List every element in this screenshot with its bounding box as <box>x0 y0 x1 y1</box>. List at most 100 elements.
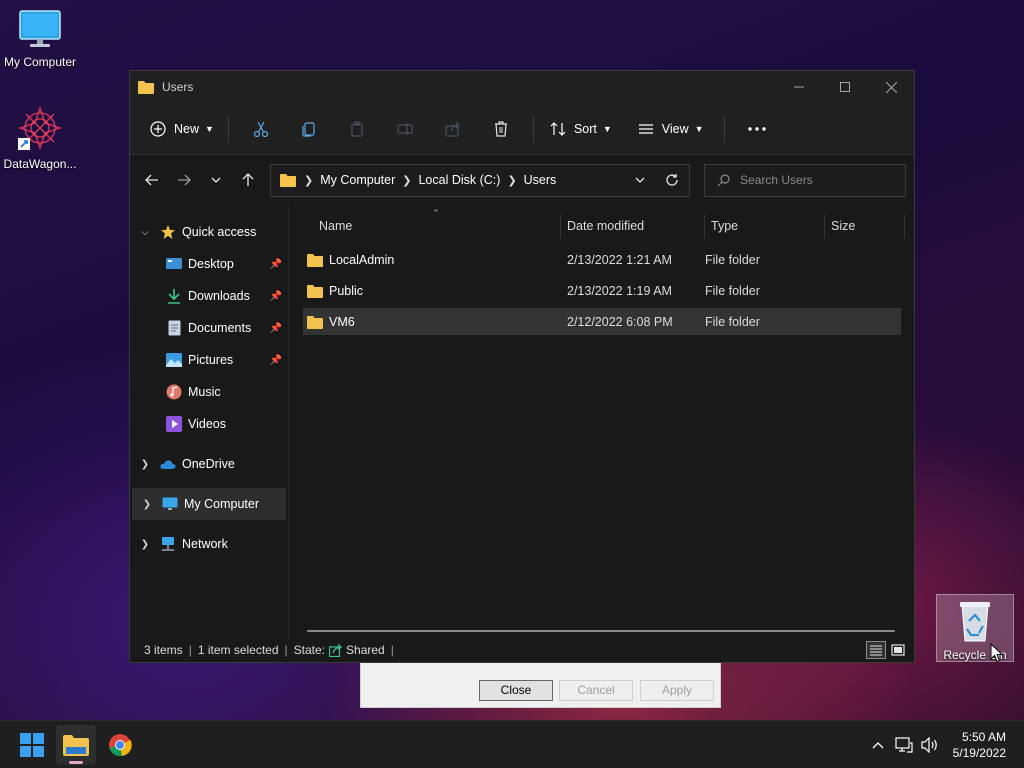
share-button[interactable] <box>429 113 477 145</box>
new-button[interactable]: New ▼ <box>144 113 220 145</box>
nav-item-network[interactable]: ❯ Network <box>130 528 288 560</box>
breadcrumb-chevron-icon[interactable]: ❯ <box>507 174 516 187</box>
rename-button[interactable] <box>381 113 429 145</box>
address-bar[interactable]: ❯ My Computer ❯ Local Disk (C:) ❯ Users <box>270 163 690 197</box>
recent-locations-button[interactable] <box>200 164 232 196</box>
pin-icon[interactable]: 📌 <box>270 259 282 270</box>
file-name: LocalAdmin <box>329 252 395 267</box>
column-header-size[interactable]: Size <box>825 214 905 238</box>
start-button[interactable] <box>12 725 52 765</box>
nav-item-label: Desktop <box>188 257 234 271</box>
forward-button[interactable] <box>168 164 200 196</box>
breadcrumb-chevron-icon[interactable]: ❯ <box>402 174 411 187</box>
chevron-right-icon[interactable]: ❯ <box>132 499 162 510</box>
file-row[interactable]: Public 2/13/2022 1:19 AM File folder <box>303 277 901 304</box>
breadcrumb: ❯ My Computer ❯ Local Disk (C:) ❯ Users <box>297 173 556 187</box>
cut-button[interactable] <box>237 113 285 145</box>
video-icon <box>166 416 182 432</box>
details-view-button[interactable] <box>866 641 886 659</box>
column-header-date[interactable]: Date modified <box>561 214 705 238</box>
close-button[interactable]: Close <box>479 680 553 701</box>
nav-item-videos[interactable]: Videos <box>130 408 288 440</box>
pin-icon[interactable]: 📌 <box>270 355 282 366</box>
column-header-name[interactable]: Name <box>289 214 561 238</box>
chevron-right-icon[interactable]: ❯ <box>130 539 160 550</box>
sort-icon <box>550 121 566 136</box>
file-name: Public <box>329 283 364 298</box>
breadcrumb-users[interactable]: Users <box>524 173 557 187</box>
maximize-button[interactable] <box>822 71 868 103</box>
nav-item-documents[interactable]: Documents 📌 <box>130 312 288 344</box>
desktop-icon-datawagon[interactable]: DataWagon... <box>0 104 80 171</box>
address-history-dropdown[interactable] <box>625 177 655 183</box>
download-icon <box>166 288 182 304</box>
nav-item-pictures[interactable]: Pictures 📌 <box>130 344 288 376</box>
file-type: File folder <box>705 283 760 298</box>
file-list[interactable]: ⌃ Name Date modified Type Size LocalAdmi… <box>289 206 914 638</box>
nav-item-my-computer[interactable]: ❯ My Computer <box>132 488 286 520</box>
nav-item-music[interactable]: Music <box>130 376 288 408</box>
back-button[interactable] <box>136 164 168 196</box>
refresh-button[interactable] <box>655 173 689 187</box>
cancel-button[interactable]: Cancel <box>559 680 633 701</box>
up-button[interactable] <box>232 164 264 196</box>
clock-time: 5:50 AM <box>961 729 1006 744</box>
network-status-button[interactable] <box>891 725 917 765</box>
address-row: ❯ My Computer ❯ Local Disk (C:) ❯ Users … <box>130 155 914 205</box>
breadcrumb-local-disk[interactable]: Local Disk (C:) <box>418 173 500 187</box>
file-type: File folder <box>705 252 760 267</box>
navigation-pane[interactable]: ⌵ Quick access Desktop 📌 Downloads 📌 Doc… <box>130 206 288 638</box>
share-icon <box>445 121 460 137</box>
nav-item-quick-access[interactable]: ⌵ Quick access <box>130 216 288 248</box>
nav-item-downloads[interactable]: Downloads 📌 <box>130 280 288 312</box>
chevron-down-icon[interactable]: ⌵ <box>130 227 160 238</box>
folder-icon <box>307 315 323 329</box>
nav-item-desktop[interactable]: Desktop 📌 <box>130 248 288 280</box>
taskbar-file-explorer[interactable] <box>56 724 96 765</box>
clock[interactable]: 5:50 AM 5/19/2022 <box>953 729 1006 761</box>
desktop-icon-my-computer[interactable]: My Computer <box>0 8 80 69</box>
maximize-icon <box>840 82 850 92</box>
file-row[interactable]: LocalAdmin 2/13/2022 1:21 AM File folder <box>303 246 901 273</box>
pin-icon[interactable]: 📌 <box>270 291 282 302</box>
volume-button[interactable] <box>917 725 943 765</box>
search-input[interactable]: Search Users <box>704 163 906 197</box>
new-button-label: New <box>174 121 200 136</box>
title-bar[interactable]: Users <box>130 71 914 103</box>
search-icon <box>717 173 730 186</box>
file-name: VM6 <box>329 314 355 329</box>
star-icon <box>160 224 176 240</box>
nav-item-onedrive[interactable]: ❯ OneDrive <box>130 448 288 480</box>
pin-icon[interactable]: 📌 <box>270 323 282 334</box>
nav-item-label: OneDrive <box>182 457 235 471</box>
search-placeholder: Search Users <box>740 173 813 187</box>
nav-item-label: Videos <box>188 417 226 431</box>
nav-item-label: Downloads <box>188 289 250 303</box>
breadcrumb-my-computer[interactable]: My Computer <box>320 173 395 187</box>
view-button[interactable]: View ▼ <box>630 113 712 145</box>
more-options-button[interactable] <box>733 113 781 145</box>
view-list-icon <box>638 123 653 134</box>
file-type: File folder <box>705 314 760 329</box>
scissors-icon <box>253 121 269 137</box>
toolbar-divider <box>227 115 229 142</box>
cloud-icon <box>160 456 176 472</box>
delete-button[interactable] <box>477 113 525 145</box>
chevron-right-icon[interactable]: ❯ <box>130 459 160 470</box>
mouse-cursor-icon <box>990 643 1004 663</box>
file-row-selected[interactable]: VM6 2/12/2022 6:08 PM File folder <box>303 308 901 335</box>
close-window-button[interactable] <box>868 71 914 103</box>
copy-button[interactable] <box>285 113 333 145</box>
folder-icon <box>280 174 296 187</box>
tiles-view-button[interactable] <box>888 641 908 659</box>
sort-button[interactable]: Sort ▼ <box>542 113 620 145</box>
taskbar-chrome[interactable] <box>100 725 140 765</box>
minimize-button[interactable] <box>776 71 822 103</box>
column-header-type[interactable]: Type <box>705 214 825 238</box>
folder-icon <box>138 81 154 94</box>
show-hidden-icons-button[interactable] <box>865 725 891 765</box>
paste-button[interactable] <box>333 113 381 145</box>
apply-button[interactable]: Apply <box>640 680 714 701</box>
horizontal-scrollbar[interactable] <box>307 630 895 632</box>
status-divider: | <box>188 643 192 657</box>
